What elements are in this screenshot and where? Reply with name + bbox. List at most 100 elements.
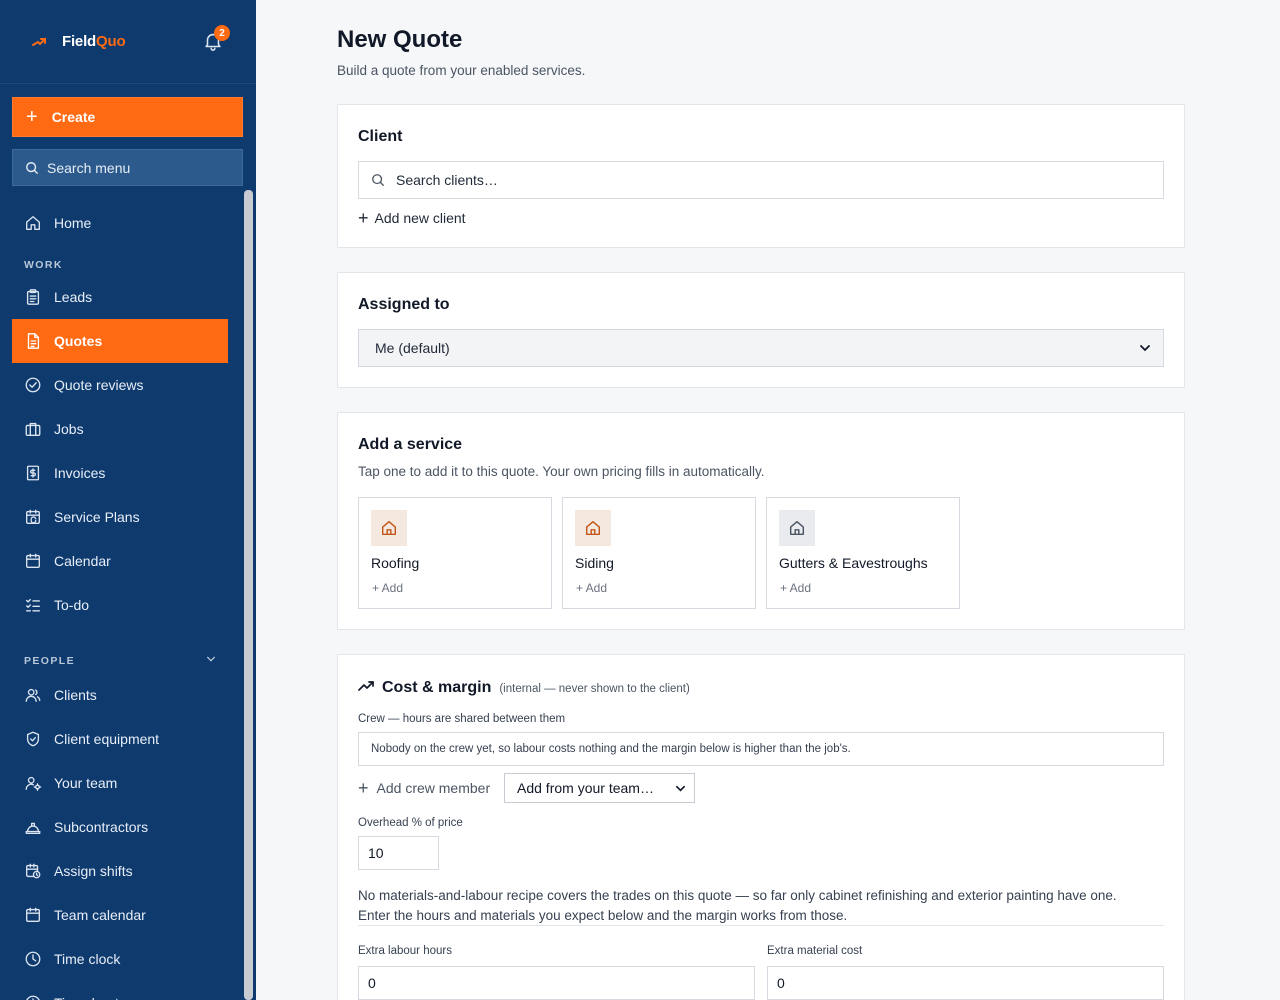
clipboard-icon (24, 288, 42, 306)
crew-label: Crew — hours are shared between them (358, 713, 566, 725)
sidebar-item-subcontractors[interactable]: Subcontractors (12, 805, 228, 849)
service-name: Gutters & Eavestroughs (779, 555, 928, 571)
create-label: Create (51, 109, 96, 125)
hard-hat-icon (24, 818, 42, 836)
sidebar-item-label: Home (54, 215, 92, 231)
house-icon (779, 510, 815, 546)
sidebar-item-label: Team calendar (54, 907, 146, 923)
sidebar-item-your-team[interactable]: Your team (12, 761, 228, 805)
search-icon (26, 161, 38, 174)
clock-icon (24, 994, 42, 1000)
chevron-down-icon[interactable] (206, 654, 216, 667)
sidebar-item-label: Quote reviews (54, 377, 144, 393)
cost-margin-card: Cost & margin (internal — never shown to… (337, 654, 1185, 1000)
trending-up-icon (358, 681, 374, 691)
add-service-hint: Tap one to add it to this quote. Your ow… (358, 464, 765, 479)
sidebar-item-label: Time clock (54, 951, 121, 967)
client-search-input[interactable]: Search clients… (358, 161, 1164, 199)
sidebar-item-clients[interactable]: Clients (12, 673, 228, 717)
sidebar-nav: Home WORK Leads Quotes Quote reviews Jobs Invo… (12, 201, 228, 1000)
divider (358, 925, 1164, 926)
calendar-icon (24, 552, 42, 570)
add-crew-member-link[interactable]: + Add crew member (358, 777, 490, 799)
sidebar-item-label: Quotes (54, 333, 103, 349)
sidebar-item-home[interactable]: Home (12, 201, 228, 245)
sidebar-item-label: Timesheets (54, 995, 126, 1000)
assigned-value: Me (default) (375, 340, 450, 356)
sidebar-item-to-do[interactable]: To-do (12, 583, 228, 627)
add-new-client-link[interactable]: + Add new client (358, 209, 466, 227)
add-service-heading: Add a service (358, 436, 463, 453)
sidebar-item-leads[interactable]: Leads (12, 275, 228, 319)
sidebar-item-client-equipment[interactable]: Client equipment (12, 717, 228, 761)
cost-heading: Cost & margin (382, 679, 492, 696)
add-from-team-select[interactable]: Add from your team… (504, 773, 695, 803)
logo-icon (30, 33, 48, 51)
service-tile-siding[interactable]: Siding + Add (562, 497, 756, 609)
sidebar-item-jobs[interactable]: Jobs (12, 407, 228, 451)
extra-labour-hours-input[interactable]: 0 (358, 966, 755, 1000)
service-tile-gutters-eavestroughs[interactable]: Gutters & Eavestroughs + Add (766, 497, 960, 609)
service-add-link[interactable]: + Add (372, 581, 403, 595)
logo-text[interactable]: FieldQuo (62, 33, 126, 50)
user-gear-icon (24, 774, 42, 792)
sidebar-item-label: Invoices (54, 465, 106, 481)
service-tile-roofing[interactable]: Roofing + Add (358, 497, 552, 609)
shield-check-icon (24, 730, 42, 748)
crew-message-text: Nobody on the crew yet, so labour costs … (371, 743, 851, 755)
assigned-card: Assigned to Me (default) (337, 272, 1185, 388)
checklist-icon (24, 596, 42, 614)
sidebar-item-label: Jobs (54, 421, 84, 437)
sidebar-item-timesheets[interactable]: Timesheets (12, 981, 228, 1000)
extra-labour-hours-value: 0 (368, 975, 376, 991)
sidebar-item-quotes[interactable]: Quotes (12, 319, 228, 363)
sidebar-item-label: Calendar (54, 553, 111, 569)
sidebar-item-label: Clients (54, 687, 97, 703)
calendar-sync-icon (24, 508, 42, 526)
overhead-input[interactable]: 10 (358, 836, 439, 870)
extra-material-cost-input[interactable]: 0 (767, 966, 1164, 1000)
service-add-link[interactable]: + Add (780, 581, 811, 595)
search-icon (372, 174, 384, 186)
cost-internal-note: (internal — never shown to the client) (499, 683, 690, 695)
sidebar-item-calendar[interactable]: Calendar (12, 539, 228, 583)
recipe-note-line-1: No materials-and-labour recipe covers th… (358, 888, 1117, 903)
house-icon (575, 510, 611, 546)
plus-icon: + (358, 208, 369, 228)
sidebar-item-label: Assign shifts (54, 863, 133, 879)
calendar-clock-icon (24, 862, 42, 880)
users-icon (24, 686, 42, 704)
service-name: Roofing (371, 555, 420, 571)
recipe-note-line-2: Enter the hours and materials you expect… (358, 908, 848, 923)
nav-section-people[interactable]: PEOPLE (12, 627, 228, 673)
assigned-select[interactable]: Me (default) (358, 329, 1164, 367)
sidebar-item-invoices[interactable]: Invoices (12, 451, 228, 495)
nav-section-work: WORK (12, 245, 228, 275)
service-add-link[interactable]: + Add (576, 581, 607, 595)
nav-section-label: WORK (24, 259, 63, 271)
sidebar-item-assign-shifts[interactable]: Assign shifts (12, 849, 228, 893)
assigned-heading: Assigned to (358, 296, 450, 313)
check-circle-icon (24, 376, 42, 394)
sidebar-item-quote-reviews[interactable]: Quote reviews (12, 363, 228, 407)
page-title: New Quote (337, 26, 463, 53)
clock-icon (24, 950, 42, 968)
chevron-down-icon (1140, 345, 1150, 352)
sidebar-item-label: Service Plans (54, 509, 140, 525)
plus-icon: + (358, 778, 369, 798)
search-menu-input[interactable]: Search menu (12, 149, 243, 186)
sidebar-scrollbar-thumb[interactable] (244, 190, 253, 1000)
sidebar-item-time-clock[interactable]: Time clock (12, 937, 228, 981)
overhead-value: 10 (368, 845, 384, 861)
sidebar-item-label: Your team (54, 775, 118, 791)
sidebar-item-service-plans[interactable]: Service Plans (12, 495, 228, 539)
client-card: Client Search clients… + Add new client (337, 104, 1185, 248)
add-service-card: Add a service Tap one to add it to this … (337, 412, 1185, 630)
sidebar-item-label: Leads (54, 289, 93, 305)
sidebar: FieldQuo 2 + Create Search menu Home WORK… (0, 0, 256, 1000)
dollar-file-icon (24, 464, 42, 482)
sidebar-item-team-calendar[interactable]: Team calendar (12, 893, 228, 937)
create-button[interactable]: + Create (12, 97, 243, 137)
client-search-placeholder: Search clients… (396, 172, 498, 188)
search-menu-label: Search menu (47, 159, 131, 176)
